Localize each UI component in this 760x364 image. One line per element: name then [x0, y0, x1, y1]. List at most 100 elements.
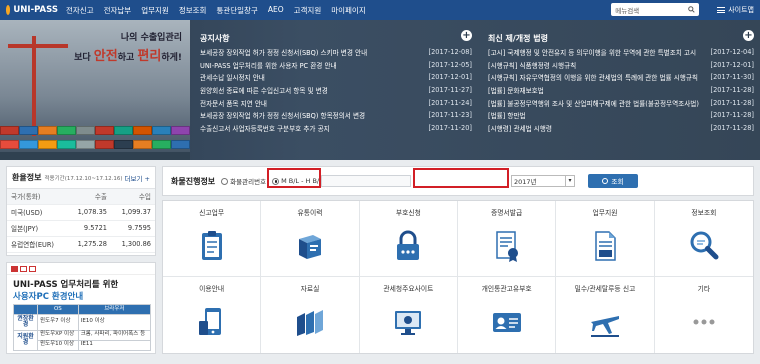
exchange-rate-more-link[interactable]: 더보기 +	[125, 173, 150, 183]
law-item[interactable]: [시행령] 관세법 시행령 [2017-11-28]	[488, 122, 754, 135]
nav-item-my-page[interactable]: 마이페이지	[331, 5, 366, 16]
table-row: 일본(JPY) 9.5721 9.7595	[7, 220, 155, 237]
table-row: 지원환경 윈도우XP 이상 크롬, 사파리, 파이어폭스 등	[13, 329, 152, 351]
service-code-application[interactable]: 부호신청	[359, 201, 458, 277]
notice-item[interactable]: 관세수납 일시정지 안내 [2017-12-01]	[200, 71, 472, 84]
pc-env-table: OS 브라우저 권장환경 윈도우7 이상 IE10 이상 지원환경 윈도우XP 이상 크롬…	[13, 304, 152, 351]
search-icon[interactable]	[688, 6, 695, 13]
pager-dot-1[interactable]	[11, 265, 18, 272]
notice-item[interactable]: UNI-PASS 업무처리를 위한 사용자 PC 환경 안내 [2017-12-0…	[200, 59, 472, 72]
clipboard-icon	[201, 231, 222, 260]
main-nav: 전자신고 전자납부 업무지원 정보조회 통관단일창구 AEO 고객지원 마이페이…	[66, 5, 376, 16]
chevron-down-icon: ▾	[565, 176, 574, 186]
hamburger-icon	[717, 6, 726, 13]
table-header-row: 국가(통화) 수출 수입	[7, 189, 155, 205]
exchange-rate-panel: 환율정보 적용기간(17.12.10~17.12.16) 더보기 + 국가(통화…	[6, 166, 156, 256]
id-card-icon	[492, 313, 521, 332]
slogan-line1: 나의 수출입관리	[120, 33, 182, 43]
service-grid: 신고업무 유통이력 부호신청 증명서발급 업무지원 정보조회 이용안내 자료실 …	[162, 200, 754, 354]
logo-text: UNI-PASS	[13, 5, 58, 15]
law-item[interactable]: [법률] 문화재보호법 [2017-11-28]	[488, 84, 754, 97]
service-main-sites[interactable]: 관세청주요사이트	[360, 277, 458, 353]
top-bar: UNI-PASS 전자신고 전자납부 업무지원 정보조회 통관단일창구 AEO …	[0, 0, 760, 20]
exchange-rate-header: 환율정보 적용기간(17.12.10~17.12.16) 더보기 +	[7, 167, 155, 189]
magnifier-icon	[690, 231, 719, 260]
pager-dot-2[interactable]	[20, 265, 27, 272]
notice-item[interactable]: 보세공장 장외작업 허가 정정 신청서(SBQ) 항목정의서 변경 [2017-1…	[200, 109, 472, 122]
nav-item-info-search[interactable]: 정보조회	[179, 5, 207, 16]
exchange-rate-period: 적용기간(17.12.10~17.12.16)	[44, 175, 123, 182]
promo-banner[interactable]: 나의 수출입관리 보다 안전하고 편리하게!	[0, 20, 190, 160]
crane-illustration	[8, 36, 68, 136]
pc-env-title-line1: UNI-PASS 업무처리를 위한	[13, 280, 119, 290]
sitemap-label: 사이트맵	[728, 5, 754, 14]
radio-circle-icon	[221, 177, 229, 185]
table-row: 권장환경 윈도우7 이상 IE10 이상	[13, 314, 152, 331]
containers-illustration	[0, 126, 190, 154]
cargo-tracking-bar: 화물진행정보 화물관리번호 M B/L - H B/L 2017년 ▾ 조회	[162, 166, 754, 196]
highlight-box-radio	[267, 168, 321, 188]
law-item[interactable]: [시행규칙] 자유무역협정의 이행을 위한 관세법의 특례에 관한 법률 시행규…	[488, 71, 754, 84]
certificate-icon	[495, 231, 518, 262]
law-item[interactable]: [법률] 항만법 [2017-11-28]	[488, 109, 754, 122]
bl-number-input[interactable]	[321, 175, 411, 187]
notice-item[interactable]: 전자문서 품목 지연 안내 [2017-11-24]	[200, 96, 472, 109]
highlight-box-input[interactable]	[413, 168, 509, 188]
notice-item[interactable]: 보세공장 장외작업 허가 정정 신청서(SBQ) 스키마 변경 안내 [2017-…	[200, 46, 472, 59]
nav-item-aeo[interactable]: AEO	[268, 5, 284, 16]
books-icon	[296, 310, 323, 336]
laws-more-icon[interactable]: +	[743, 30, 754, 41]
sitemap-button[interactable]: 사이트맵	[717, 5, 754, 15]
service-business-support[interactable]: 업무지원	[556, 201, 655, 277]
nav-item-e-declaration[interactable]: 전자신고	[66, 5, 94, 16]
logo-mark-icon	[6, 5, 11, 15]
menu-search-placeholder: 메뉴검색	[615, 6, 640, 15]
service-smuggling-report[interactable]: 밀수/관세탈루등 신고	[556, 277, 655, 353]
laws-title: 최신 제/개정 법령	[488, 34, 549, 43]
book-icon	[298, 235, 321, 259]
phone-icon	[198, 308, 221, 335]
notice-more-icon[interactable]: +	[461, 30, 472, 41]
logo[interactable]: UNI-PASS	[6, 5, 58, 15]
nav-item-single-window[interactable]: 통관단일창구	[216, 5, 257, 16]
cargo-tracking-label: 화물진행정보	[171, 176, 216, 186]
search-icon	[602, 178, 609, 184]
exchange-rate-title: 환율정보	[12, 173, 42, 182]
service-certificate[interactable]: 증명서발급	[458, 201, 557, 277]
pager-dot-3[interactable]	[29, 265, 36, 272]
document-icon	[595, 231, 616, 261]
law-item[interactable]: [법률] 불공정무역행위 조사 및 산업피해구제에 관한 법률(불공정무역조사법…	[488, 96, 754, 109]
banner-slogan: 나의 수출입관리 보다 안전하고 편리하게!	[74, 30, 182, 64]
service-distribution-history[interactable]: 유통이력	[261, 201, 360, 277]
search-button[interactable]: 조회	[588, 174, 638, 188]
monitor-icon	[395, 311, 422, 335]
lock-icon	[397, 230, 420, 260]
notice-item[interactable]: 원양회선 종료에 따른 수입신고서 항목 및 변경 [2017-11-27]	[200, 84, 472, 97]
sea-illustration	[0, 152, 190, 160]
year-select[interactable]: 2017년 ▾	[511, 175, 575, 187]
pc-environment-panel[interactable]: UNI-PASS 업무처리를 위한 사용자PC 환경안내 OS 브라우저 권장환경…	[6, 262, 156, 354]
radio-cargo-number[interactable]: 화물관리번호	[221, 176, 266, 186]
menu-search-input[interactable]: 메뉴검색	[611, 3, 700, 16]
notice-section: 공지사항 + 보세공장 장외작업 허가 정정 신청서(SBQ) 스키마 변경 안…	[200, 20, 472, 160]
nav-item-e-payment[interactable]: 전자납부	[104, 5, 132, 16]
airplane-icon	[590, 316, 619, 337]
service-other[interactable]: 기타	[655, 277, 753, 353]
notice-header: 공지사항 +	[200, 20, 472, 46]
notice-title: 공지사항	[200, 34, 230, 43]
pc-env-title-line2: 사용자PC 환경안내	[13, 292, 84, 302]
laws-header: 최신 제/개정 법령 +	[488, 20, 754, 46]
law-item[interactable]: [고시] 국제행정 및 안전유지 등 의무이행을 위한 무역에 관한 특별조치 …	[488, 46, 754, 59]
service-declaration[interactable]: 신고업무	[163, 201, 262, 277]
service-usage-guide[interactable]: 이용안내	[163, 277, 262, 353]
top-right-tools: 메뉴검색 사이트맵	[611, 3, 754, 16]
service-info-search[interactable]: 정보조회	[654, 201, 753, 277]
law-item[interactable]: [시행규칙] 식품행정령 시행규칙 [2017-12-01]	[488, 59, 754, 72]
table-header-row: OS 브라우저	[13, 304, 152, 315]
notice-item[interactable]: 수출신고서 사업자등록번호 구분부호 추가 공지 [2017-11-20]	[200, 122, 472, 135]
table-row: 유럽연합(EUR) 1,275.28 1,300.86	[7, 236, 155, 253]
service-resource-room[interactable]: 자료실	[261, 277, 360, 353]
service-personal-customs-code[interactable]: 개인통관고유부호	[458, 277, 557, 353]
nav-item-customer-support[interactable]: 고객지원	[294, 5, 322, 16]
nav-item-business-support[interactable]: 업무지원	[141, 5, 169, 16]
